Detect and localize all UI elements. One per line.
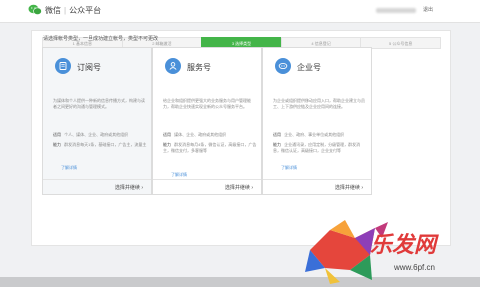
card-header: 企业号 <box>263 48 371 94</box>
choose-label: 选择并继续 <box>334 185 360 191</box>
choose-label: 选择并继续 <box>224 185 250 191</box>
chevron-right-icon: › <box>251 185 253 191</box>
use-value: 企业、政府、事业单位或其他组织 <box>284 132 345 137</box>
choose-continue-button[interactable]: 选择并继续 › <box>335 184 363 191</box>
card-footer: 选择并继续 › <box>153 179 261 194</box>
service-icon <box>165 58 181 74</box>
card-description: 为企业或组织提供移动应用入口，帮助企业建立与员工、上下游供应链及企业应用间的连接… <box>273 98 365 109</box>
watermark-url: www.6pf.cn <box>394 263 435 272</box>
brand-name: 微信 <box>45 6 61 15</box>
chevron-right-icon: › <box>361 185 363 191</box>
card-footer: 选择并继续 › <box>263 179 371 194</box>
subscription-icon <box>55 58 71 74</box>
logout-link[interactable]: 退出 <box>423 6 433 13</box>
card-ability-row: 能力 企业通讯录，应用定制，分级管理，群发消息，微信认证，高级接口，企业支付等 <box>273 142 367 154</box>
card-use-row: 适用 媒体、企业、政府或其他组织 <box>163 132 257 138</box>
brand-title[interactable]: 微信 | 公众平台 <box>45 5 101 16</box>
choose-label: 选择并继续 <box>114 185 140 191</box>
card-footer: 选择并继续 › <box>43 179 151 194</box>
ability-value: 群发消息每月4条，微信认证，高级接口，广告主，微信支付，多客服等 <box>163 142 257 153</box>
use-value: 个人、媒体、企业、政府或其他组织 <box>64 132 129 137</box>
choose-continue-button[interactable]: 选择并继续 › <box>225 184 253 191</box>
card-title: 订阅号 <box>77 63 101 72</box>
wechat-logo-icon <box>28 4 42 15</box>
card-description: 为媒体和个人提供一种新的信息传播方式，构建与读者之间更好的沟通与管理模式。 <box>53 98 145 109</box>
chevron-right-icon: › <box>141 185 143 191</box>
use-value: 媒体、企业、政府或其他组织 <box>174 132 227 137</box>
card-service-account[interactable]: 服务号 给企业和组织提供更强大的业务服务与用户管理能力，帮助企业快速实现全新的公… <box>152 47 262 195</box>
choose-continue-button[interactable]: 选择并继续 › <box>115 184 143 191</box>
enterprise-icon <box>275 58 291 74</box>
card-title: 企业号 <box>297 63 321 72</box>
watermark-text: 乐发网 <box>370 232 437 258</box>
user-account-blurred[interactable] <box>376 8 416 13</box>
use-label: 适用 <box>273 132 281 137</box>
card-description: 给企业和组织提供更强大的业务服务与用户管理能力，帮助企业快速实现全新的公众号服务… <box>163 98 251 109</box>
use-label: 适用 <box>163 132 171 137</box>
step-account-info: 5 公众号信息 <box>360 37 441 49</box>
learn-more-link[interactable]: 了解详情 <box>61 165 77 171</box>
ability-value: 企业通讯录，应用定制，分级管理，群发消息，微信认证，高级接口，企业支付等 <box>273 142 361 153</box>
brand-divider: | <box>64 6 67 15</box>
card-subscription-account[interactable]: 订阅号 为媒体和个人提供一种新的信息传播方式，构建与读者之间更好的沟通与管理模式… <box>42 47 152 195</box>
product-name: 公众平台 <box>69 6 102 15</box>
card-header: 服务号 <box>153 48 261 94</box>
type-selection-instruction: 请选择帐号类型，一旦成功建立帐号，类型不可更改 <box>43 36 159 42</box>
card-enterprise-account[interactable]: 企业号 为企业或组织提供移动应用入口，帮助企业建立与员工、上下游供应链及企业应用… <box>262 47 372 195</box>
card-ability-row: 能力 群发消息每天1条，基础接口，广告主，流量主 <box>53 142 147 148</box>
use-label: 适用 <box>53 132 61 137</box>
card-ability-row: 能力 群发消息每月4条，微信认证，高级接口，广告主，微信支付，多客服等 <box>163 142 257 154</box>
ability-value: 群发消息每天1条，基础接口，广告主，流量主 <box>64 142 147 147</box>
top-bar: 微信 | 公众平台 退出 <box>0 0 480 23</box>
card-use-row: 适用 企业、政府、事业单位或其他组织 <box>273 132 367 138</box>
ability-label: 能力 <box>53 142 61 147</box>
learn-more-link[interactable]: 了解详情 <box>281 165 297 171</box>
card-use-row: 适用 个人、媒体、企业、政府或其他组织 <box>53 132 147 138</box>
card-title: 服务号 <box>187 63 211 72</box>
learn-more-link[interactable]: 了解详情 <box>171 172 187 178</box>
card-header: 订阅号 <box>43 48 151 94</box>
